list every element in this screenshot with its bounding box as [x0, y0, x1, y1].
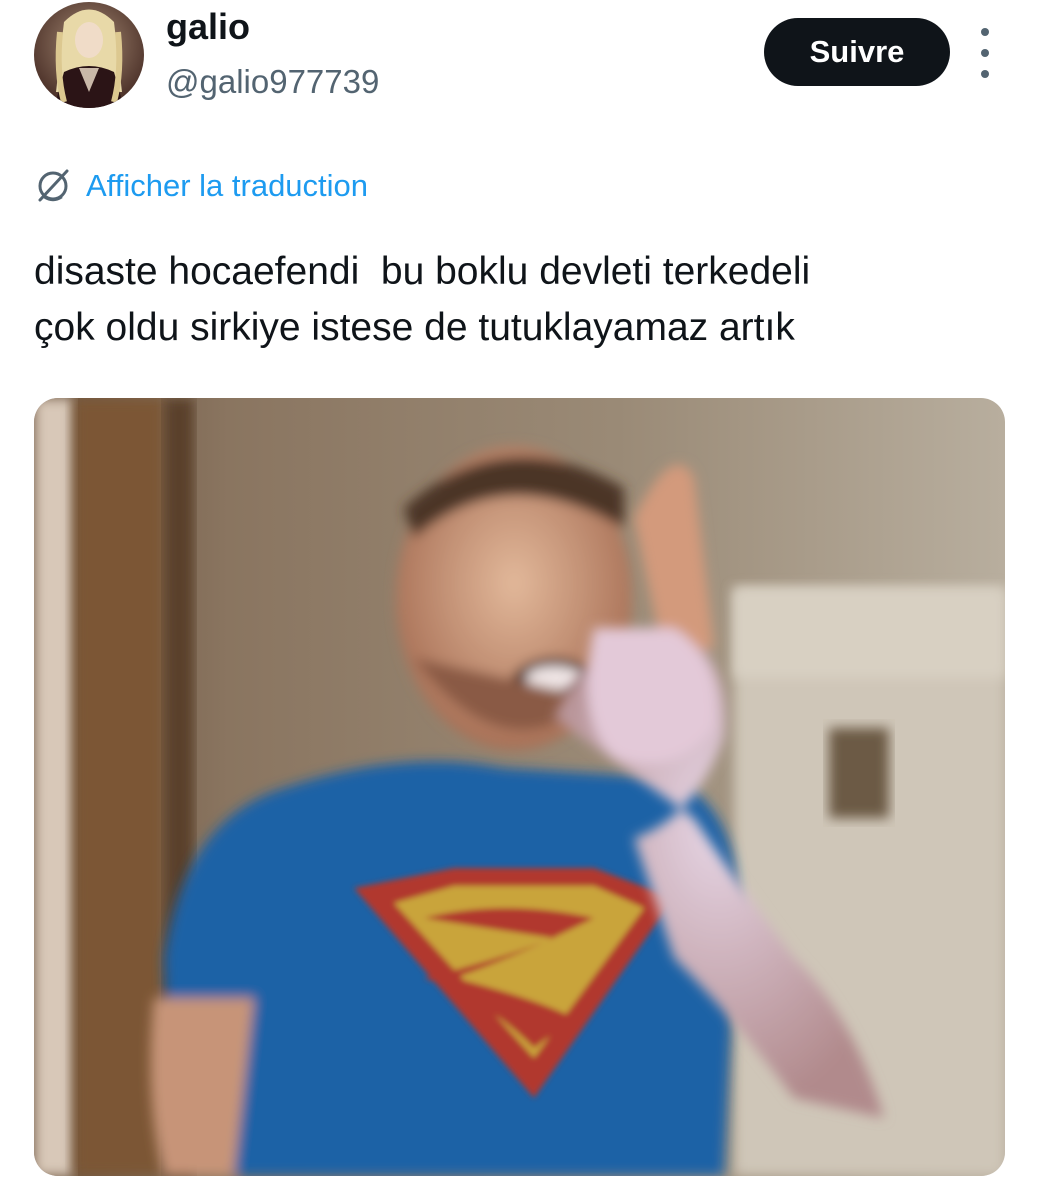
show-translation-link[interactable]: Afficher la traduction: [34, 166, 368, 206]
more-dot: [981, 49, 989, 57]
photo-man-in-superman-shirt-pointing-icon: [34, 398, 1005, 1176]
tweet-media[interactable]: [34, 398, 1005, 1176]
tweet-card: galio @galio977739 Suivre Afficher la tr…: [0, 0, 1039, 1200]
more-vertical-icon[interactable]: [970, 28, 1000, 78]
more-dot: [981, 28, 989, 36]
author-handle[interactable]: @galio977739: [166, 62, 379, 102]
author-display-name[interactable]: galio: [166, 6, 250, 48]
show-translation-label: Afficher la traduction: [86, 168, 369, 203]
vampire-portrait-avatar-icon: [34, 2, 144, 108]
more-dot: [981, 70, 989, 78]
globe-icon: [38, 169, 69, 202]
tweet-text: disaste hocaefendi bu boklu devleti terk…: [34, 250, 811, 349]
author-avatar[interactable]: [34, 2, 144, 108]
follow-button[interactable]: Suivre: [764, 18, 950, 86]
